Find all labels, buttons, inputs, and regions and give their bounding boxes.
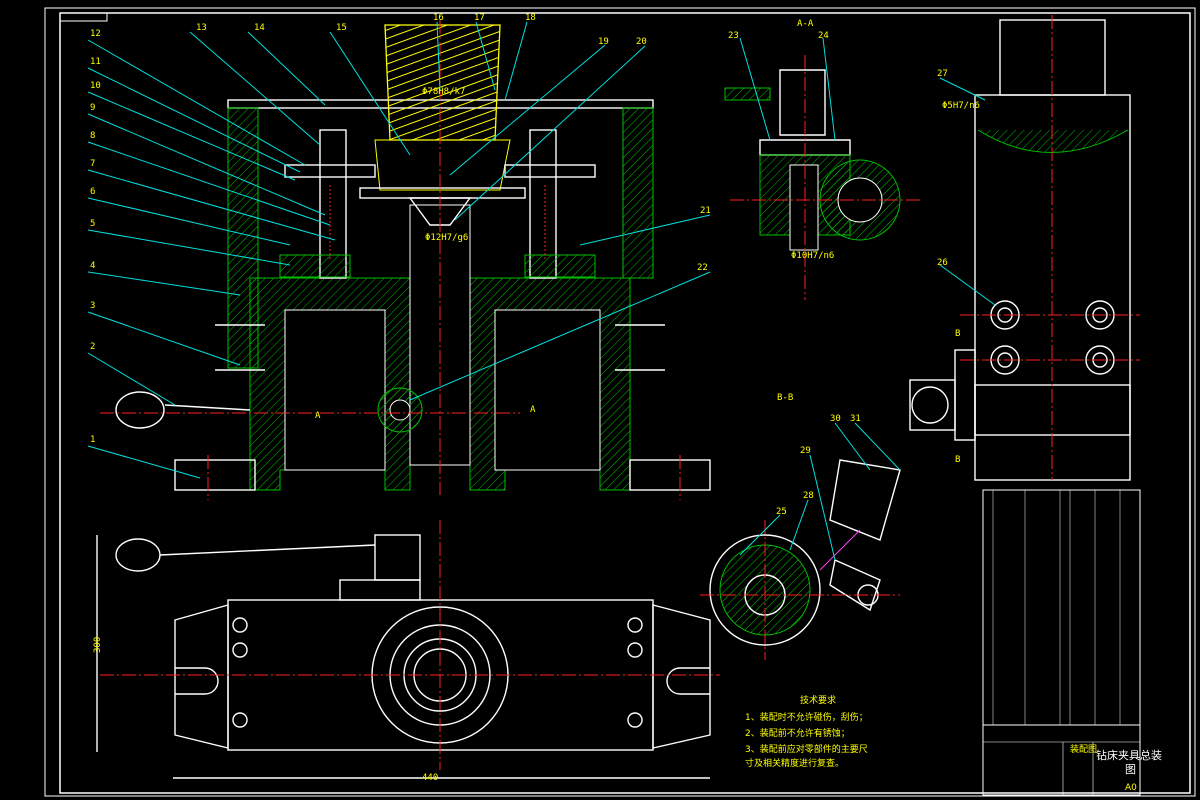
right-cavity [494, 309, 601, 471]
drawing-title-2: 图 [1125, 763, 1136, 776]
tech-req-line-1: 1、装配时不允许碰伤，刮伤； [745, 711, 868, 723]
tech-req-line-3: 3、装配前应对零部件的主要尺 [745, 743, 868, 755]
part-7: 7 [90, 159, 95, 169]
fit-mid: Φ12H7/g6 [425, 233, 468, 243]
side-view: 27 26 Φ5H7/n6 B B [909, 15, 1140, 481]
section-aa-view: A-A 23 24 Φ10H7/n6 [724, 19, 920, 300]
part-2: 2 [90, 342, 95, 352]
right-wall [622, 107, 654, 279]
part-29: 29 [800, 446, 811, 456]
fit-top: Φ78H8/k7 [422, 87, 465, 97]
part-19: 19 [598, 37, 609, 47]
left-cavity [284, 309, 386, 471]
title-block: 装配图 钻床夹具总装 图 A0 [982, 724, 1162, 796]
part-30: 30 [830, 414, 841, 424]
right-foot [629, 459, 711, 491]
part-27: 27 [937, 69, 948, 79]
part-18: 18 [525, 13, 536, 23]
frame-tag [59, 12, 108, 22]
part-4: 4 [90, 261, 95, 271]
section-b-bottom: B [955, 455, 960, 465]
section-bb-title: B-B [777, 393, 793, 403]
part-5: 5 [90, 219, 95, 229]
section-a-right: A [530, 405, 536, 415]
part-22: 22 [697, 263, 708, 273]
part-10: 10 [90, 81, 101, 91]
bill-of-materials [982, 489, 1141, 726]
part-14: 14 [254, 23, 265, 33]
handle-knob [115, 391, 165, 429]
section-a-left: A [315, 411, 321, 421]
handle-rod [164, 404, 251, 411]
cam-hole [389, 399, 411, 421]
tech-req-title: 技术要求 [800, 694, 836, 706]
part-3: 3 [90, 301, 95, 311]
part-25: 25 [776, 507, 787, 517]
part-20: 20 [636, 37, 647, 47]
right-base-block [524, 254, 596, 278]
part-15: 15 [336, 23, 347, 33]
part-23: 23 [728, 31, 739, 41]
tech-req-line-4: 寸及相关精度进行复查。 [745, 757, 844, 769]
drawing-title: 钻床夹具总装 [1096, 748, 1162, 762]
part-8: 8 [90, 131, 95, 141]
left-foot [174, 459, 256, 491]
dim-height: 300 [93, 637, 103, 653]
technical-requirements: 技术要求 1、装配时不允许碰伤，刮伤； 2、装配前不允许有锈蚀； 3、装配前应对… [745, 694, 868, 769]
sheet-code: A0 [1125, 783, 1137, 793]
part-17: 17 [474, 13, 485, 23]
assembly-label: 装配图 [1070, 743, 1097, 755]
part-9: 9 [90, 103, 95, 113]
left-part-labels: 12 11 10 9 8 7 6 5 4 3 2 1 [90, 29, 101, 445]
part-12: 12 [90, 29, 101, 39]
part-16: 16 [433, 13, 444, 23]
fit-aa: Φ10H7/n6 [791, 251, 834, 261]
section-bb-view: B-B 25 28 29 30 31 [700, 393, 901, 660]
part-24: 24 [818, 31, 829, 41]
part-6: 6 [90, 187, 95, 197]
part-26: 26 [937, 258, 948, 268]
cad-drawing-canvas: 12 11 10 9 8 7 6 5 4 3 2 1 13 14 15 16 1… [44, 7, 1196, 797]
tech-req-line-2: 2、装配前不允许有锈蚀； [745, 727, 850, 739]
part-11: 11 [90, 57, 101, 67]
section-b-top: B [955, 329, 960, 339]
fit-side: Φ5H7/n6 [942, 101, 980, 111]
part-13: 13 [196, 23, 207, 33]
dim-width: 440 [422, 773, 438, 783]
drill-bushing [384, 24, 501, 141]
part-28: 28 [803, 491, 814, 501]
right-clamp-plate [504, 164, 596, 178]
plan-view: 440 300 [93, 520, 720, 783]
bushing-flange [374, 139, 511, 191]
front-view [100, 20, 711, 500]
left-base-block [279, 254, 351, 278]
part-1: 1 [90, 435, 95, 445]
part-31: 31 [850, 414, 861, 424]
part-21: 21 [700, 206, 711, 216]
section-aa-title: A-A [797, 19, 814, 29]
